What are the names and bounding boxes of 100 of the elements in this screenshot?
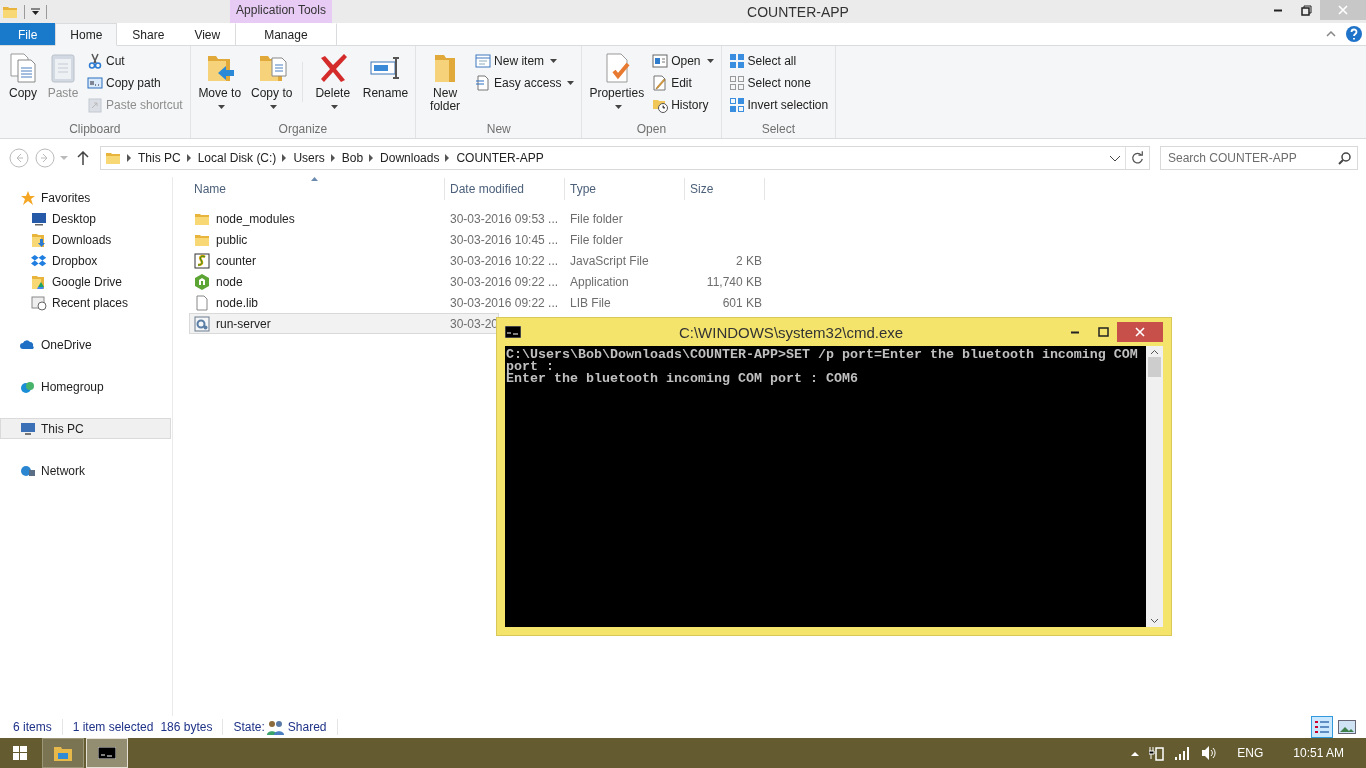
- customize-dropdown-icon[interactable]: [31, 7, 40, 16]
- console-line: port :: [506, 361, 555, 373]
- ribbon-button[interactable]: Cut: [84, 51, 186, 71]
- nav-item[interactable]: Recent places: [0, 292, 171, 313]
- star-icon: [20, 189, 36, 206]
- breadcrumb[interactable]: Bob: [341, 151, 364, 165]
- grid-icon: [728, 75, 745, 91]
- ribbon-button[interactable]: Edit: [649, 73, 717, 93]
- chevron-icon[interactable]: [282, 154, 288, 162]
- ribbon-button[interactable]: Easy access: [472, 73, 578, 93]
- caret-icon: [550, 59, 558, 63]
- help-icon[interactable]: [1346, 26, 1362, 42]
- ribbon-tab[interactable]: Manage: [235, 23, 337, 45]
- file-row[interactable]: public 30-03-2016 10:45 ... File folder: [189, 229, 767, 250]
- chevron-icon[interactable]: [369, 154, 375, 162]
- column-header[interactable]: Type: [565, 178, 685, 200]
- ribbon-button[interactable]: New folder: [420, 50, 471, 120]
- breadcrumb[interactable]: This PC: [138, 151, 181, 165]
- address-field[interactable]: This PC Local Disk (C:) Users Bob Downloads COUNTER-APP: [100, 146, 1150, 170]
- scroll-up-icon[interactable]: [1150, 349, 1159, 355]
- nav-item[interactable]: This PC: [0, 418, 171, 439]
- volume-icon[interactable]: [1201, 745, 1218, 761]
- grid-icon: [728, 97, 745, 113]
- nav-item[interactable]: Homegroup: [0, 376, 171, 397]
- windows-logo-icon: [13, 746, 27, 760]
- caret-icon: [269, 104, 277, 109]
- file-type: File folder: [570, 211, 623, 226]
- ribbon-button[interactable]: New item: [472, 51, 578, 71]
- window-title: COUNTER-APP: [747, 3, 849, 20]
- file-size: 11,740 KB: [706, 274, 762, 289]
- collapse-ribbon-icon[interactable]: [1326, 31, 1336, 37]
- ribbon-button[interactable]: History: [649, 95, 717, 115]
- nav-item[interactable]: Desktop: [0, 208, 171, 229]
- ribbon-button[interactable]: Copy: [4, 50, 42, 120]
- group-label: New: [485, 121, 512, 138]
- file-row[interactable]: node_modules 30-03-2016 09:53 ... File folder: [189, 208, 767, 229]
- nav-item[interactable]: Dropbox: [0, 250, 171, 271]
- caret-icon: [706, 59, 714, 63]
- close-icon: [1135, 327, 1145, 337]
- chevron-icon[interactable]: [186, 154, 192, 162]
- breadcrumb[interactable]: Users: [293, 151, 325, 165]
- battery-plug-icon[interactable]: [1149, 745, 1166, 761]
- chevron-icon[interactable]: [127, 154, 132, 162]
- ribbon-button[interactable]: Select none: [725, 73, 832, 93]
- ribbon-button[interactable]: Move to: [194, 50, 245, 120]
- ribbon-tab[interactable]: Home: [55, 23, 118, 46]
- console-line: Enter the bluetooth incoming COM port : COM6: [506, 373, 859, 385]
- caret-icon: [330, 104, 338, 109]
- column-header[interactable]: Size: [685, 178, 765, 200]
- ribbon-button[interactable]: Rename: [359, 50, 412, 120]
- ribbon-button[interactable]: Copy path: [84, 73, 186, 93]
- column-header[interactable]: Date modified: [445, 178, 565, 200]
- caret-icon: [614, 104, 622, 109]
- nav-item[interactable]: Google Drive: [0, 271, 171, 292]
- file-size: 2 KB: [736, 253, 762, 268]
- breadcrumb[interactable]: COUNTER-APP: [456, 151, 544, 165]
- new-item-icon: [475, 53, 492, 69]
- clock[interactable]: 10:51 AM: [1293, 746, 1344, 760]
- scissors-icon: [87, 53, 103, 69]
- file-name: public: [216, 232, 248, 247]
- breadcrumb[interactable]: Downloads: [380, 151, 440, 165]
- file-row[interactable]: node 30-03-2016 09:22 ... Application 11,740 KB: [189, 271, 767, 292]
- signal-icon[interactable]: [1175, 746, 1192, 760]
- ribbon-button[interactable]: Properties: [586, 50, 648, 120]
- close-button[interactable]: [1117, 322, 1163, 342]
- ribbon-button[interactable]: Copy to: [246, 50, 297, 120]
- scrollbar[interactable]: [1146, 346, 1163, 627]
- ribbon-button[interactable]: Delete: [307, 50, 358, 120]
- window-title: C:\WINDOWS\system32\cmd.exe: [677, 323, 905, 341]
- file-row[interactable]: node.lib 30-03-2016 09:22 ... LIB File 601 KB: [189, 292, 767, 313]
- console-icon: [98, 747, 116, 759]
- group-label: Select: [760, 121, 797, 138]
- nav-item[interactable]: Favorites: [0, 187, 171, 208]
- chevron-icon[interactable]: [445, 154, 451, 162]
- nav-item[interactable]: Downloads: [0, 229, 171, 250]
- view-button[interactable]: [1311, 716, 1333, 738]
- document-lines-icon: [475, 75, 492, 91]
- documents-icon: [7, 52, 39, 84]
- scroll-down-icon[interactable]: [1150, 618, 1159, 624]
- landscape-icon: [1338, 720, 1356, 734]
- ribbon-button[interactable]: Select all: [725, 51, 832, 71]
- ribbon-button[interactable]: Invert selection: [725, 95, 832, 115]
- scroll-thumb[interactable]: [1148, 357, 1161, 377]
- context-tab-header: Application Tools: [230, 0, 332, 23]
- breadcrumb[interactable]: Local Disk (C:): [197, 151, 277, 165]
- file-type: File folder: [570, 232, 623, 247]
- nav-item[interactable]: OneDrive: [0, 334, 171, 355]
- file-size: 601 KB: [722, 295, 762, 310]
- chevron-icon[interactable]: [330, 154, 336, 162]
- ribbon-tab[interactable]: File: [0, 23, 56, 45]
- group-label: Open: [635, 121, 668, 138]
- file-type: LIB File: [570, 295, 611, 310]
- ribbon-button[interactable]: Open: [649, 51, 717, 71]
- date-modified: 30-03-2016 09:22 ...: [450, 274, 559, 289]
- file-type: JavaScript File: [570, 253, 649, 268]
- nav-item[interactable]: Network: [0, 460, 171, 481]
- file-row[interactable]: counter 30-03-2016 10:22 ... JavaScript File 2 KB: [189, 250, 767, 271]
- search-field[interactable]: Search COUNTER-APP: [1160, 146, 1358, 170]
- language-indicator[interactable]: ENG: [1237, 746, 1264, 760]
- show-hidden-icon[interactable]: [1131, 750, 1140, 756]
